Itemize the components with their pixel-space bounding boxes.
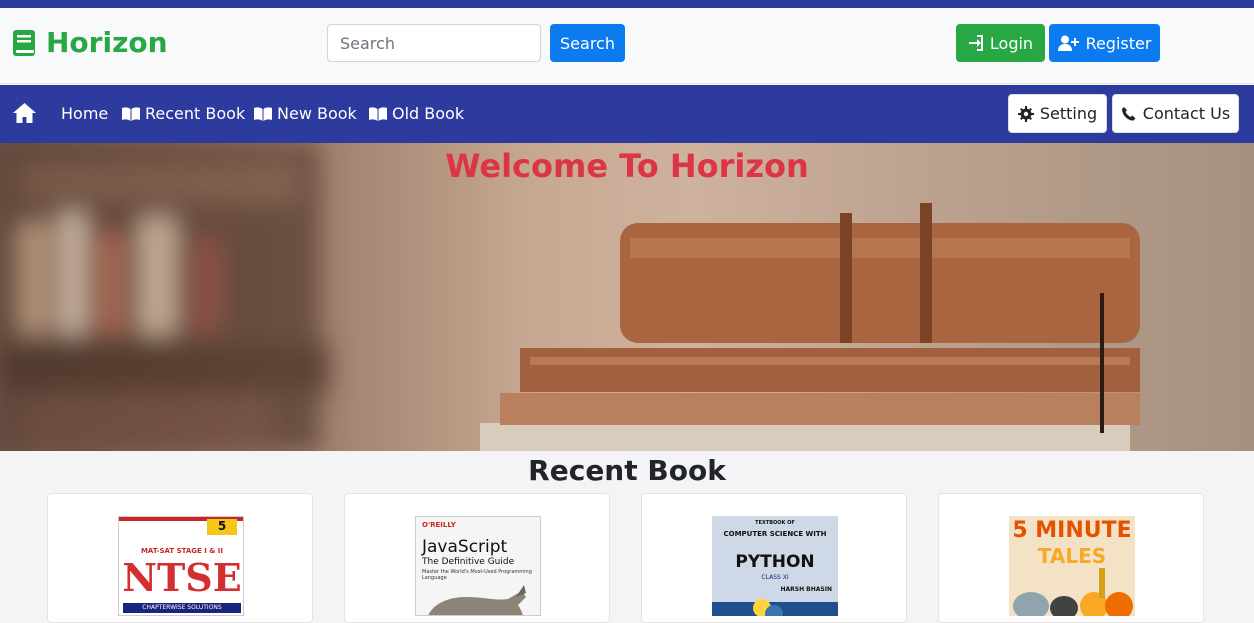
top-stripe [0, 0, 1254, 8]
cover-class: CLASS XI [761, 574, 789, 581]
cover-title: PYTHON [735, 552, 815, 572]
cover-title: 5 MINUTE [1012, 518, 1132, 543]
setting-button[interactable]: Setting [1008, 94, 1107, 133]
cover-subtitle: The Definitive Guide [422, 557, 515, 567]
cover-tagline: Master the World's Most-Used Programming… [422, 569, 532, 581]
cover-subtitle: TALES [1037, 544, 1107, 568]
cover-subtitle: TEXTBOOK OF [755, 520, 795, 526]
setting-label: Setting [1039, 104, 1098, 123]
open-book-icon [369, 106, 387, 121]
open-book-icon [254, 106, 272, 121]
nav-old-book-label: Old Book [392, 104, 465, 123]
cover-title: NTSE [122, 555, 242, 600]
phone-icon [1121, 106, 1136, 121]
animals-illustration [1013, 568, 1133, 616]
search-button-label: Search [560, 33, 615, 53]
brand-name: Horizon [46, 26, 168, 59]
nav-home[interactable]: Home [61, 104, 108, 123]
nav-old-book[interactable]: Old Book [368, 104, 464, 123]
book-card[interactable]: 5 MINUTE TALES [938, 493, 1204, 623]
book-card[interactable]: 5 MAT-SAT STAGE I & II NTSE CHAPTERWISE … [47, 493, 313, 623]
nav-new-book-label: New Book [277, 104, 357, 123]
contact-button[interactable]: Contact Us [1112, 94, 1239, 133]
contact-label: Contact Us [1142, 104, 1231, 123]
section-title: Recent Book [528, 454, 726, 487]
user-plus-icon [1057, 35, 1079, 51]
sign-in-icon [968, 35, 983, 51]
hero-banner: Welcome To Horizon [0, 143, 1254, 451]
search-input[interactable] [327, 24, 541, 62]
login-label: Login [989, 33, 1034, 53]
cover-publisher: O'REILLY [422, 521, 456, 529]
cover-badge: 5 [207, 519, 237, 535]
home-icon[interactable] [12, 102, 37, 124]
cover-author: HARSH BHASIN [780, 586, 832, 593]
book-icon [13, 29, 35, 56]
open-book-icon [122, 106, 140, 121]
gear-icon [1017, 105, 1034, 122]
hero-title: Welcome To Horizon [445, 147, 809, 185]
book-card[interactable]: O'REILLY JavaScript The Definitive Guide… [344, 493, 610, 623]
header: Horizon Search Login Register [0, 8, 1254, 84]
book-cover-python: TEXTBOOK OF COMPUTER SCIENCE WITH PYTHON… [712, 516, 838, 616]
nav-recent-book[interactable]: Recent Book [121, 104, 245, 123]
login-button[interactable]: Login [956, 24, 1045, 62]
cover-title: JavaScript [422, 537, 508, 557]
register-label: Register [1085, 33, 1152, 53]
search-button[interactable]: Search [550, 24, 625, 62]
nav-new-book[interactable]: New Book [253, 104, 357, 123]
book-cover-5-minute-tales: 5 MINUTE TALES [1009, 516, 1135, 616]
nav-home-label: Home [61, 104, 109, 123]
cover-line: COMPUTER SCIENCE WITH [723, 530, 827, 538]
book-card[interactable]: TEXTBOOK OF COMPUTER SCIENCE WITH PYTHON… [641, 493, 907, 623]
brand-logo[interactable]: Horizon [12, 26, 168, 59]
python-logo-illustration [712, 599, 838, 616]
hero-books-image [0, 143, 1140, 451]
book-cover-javascript: O'REILLY JavaScript The Definitive Guide… [415, 516, 541, 616]
main-nav: Home Recent Book New Book Old Book Setti… [0, 85, 1254, 143]
nav-recent-book-label: Recent Book [145, 104, 246, 123]
rhino-illustration [428, 585, 526, 615]
register-button[interactable]: Register [1049, 24, 1160, 62]
cover-subtitle: MAT-SAT STAGE I & II [140, 547, 224, 555]
book-cover-ntse: 5 MAT-SAT STAGE I & II NTSE CHAPTERWISE … [118, 516, 244, 616]
